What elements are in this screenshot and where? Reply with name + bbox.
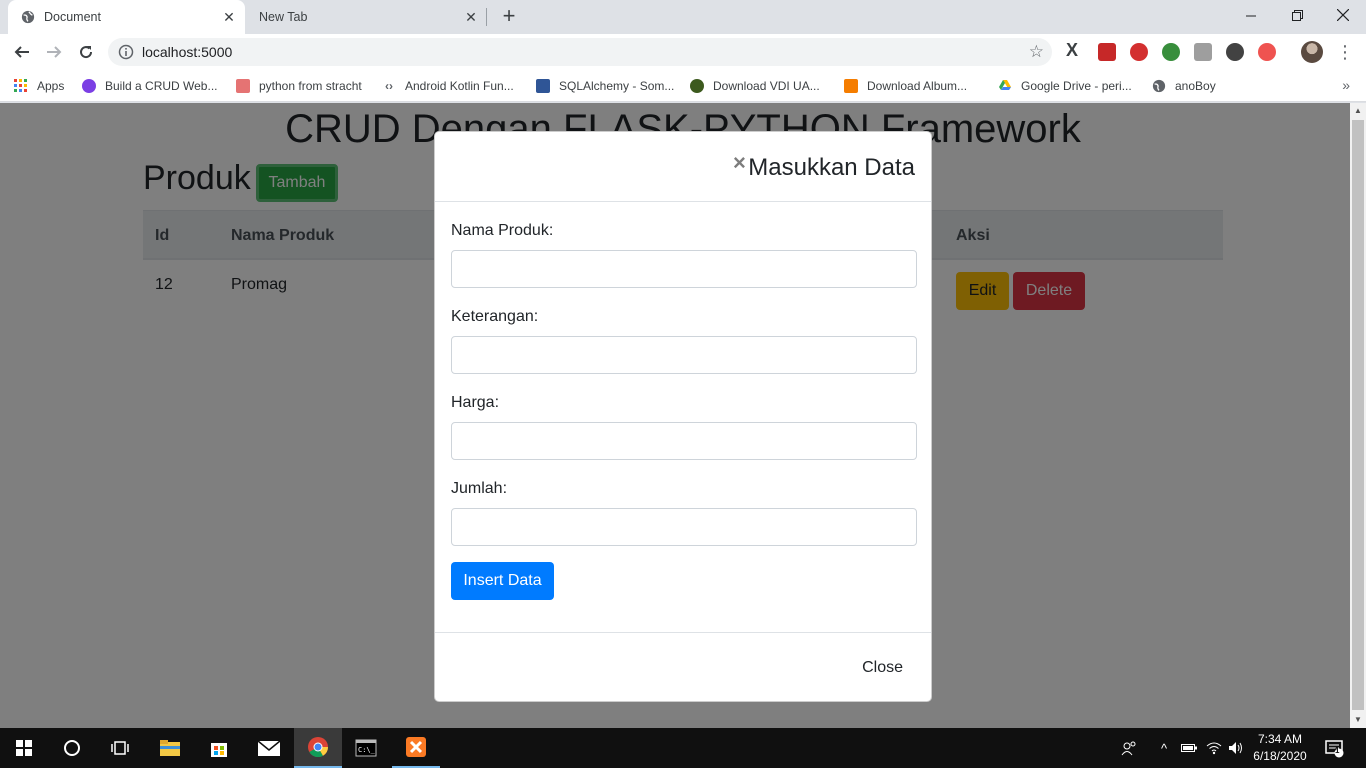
address-bar[interactable]: localhost:5000 ☆ (108, 38, 1052, 66)
restore-icon[interactable] (1274, 0, 1320, 30)
bookmark-item[interactable]: anoBoy (1152, 77, 1216, 95)
bookmark-item[interactable]: Build a CRUD Web... (82, 77, 217, 95)
harga-input[interactable] (451, 422, 917, 460)
bookmark-item[interactable]: ‹› Android Kotlin Fun... (382, 77, 514, 95)
extension-icon[interactable] (1258, 43, 1276, 61)
bookmark-label: Google Drive - peri... (1021, 79, 1132, 93)
jumlah-label: Jumlah: (451, 480, 508, 497)
bookmark-item[interactable]: SQLAlchemy - Som... (536, 77, 674, 95)
svg-text:C:\_: C:\_ (358, 746, 376, 754)
new-tab-plus-icon[interactable]: + (498, 5, 520, 27)
bookmark-label: SQLAlchemy - Som... (559, 79, 675, 93)
reload-icon[interactable] (74, 40, 98, 64)
bookmark-item[interactable]: python from stracht (236, 77, 362, 95)
bookmark-label: Download VDI UA... (713, 79, 820, 93)
people-icon[interactable] (1118, 728, 1140, 768)
modal-title: Masukkan Data (748, 154, 915, 181)
url-text: localhost:5000 (142, 44, 233, 60)
google-drive-icon (998, 79, 1012, 93)
tab-title: New Tab (259, 10, 308, 24)
bookmark-label: anoBoy (1175, 79, 1216, 93)
bookmarks-bar: Apps Build a CRUD Web... python from str… (0, 70, 1366, 102)
tab-strip: Document ✕ New Tab ✕ + (0, 0, 1366, 34)
windows-taskbar: C:\_ ^ 7:34 AM 6/18/2020 1 (0, 728, 1366, 768)
extension-icon[interactable] (1130, 43, 1148, 61)
bookmark-item[interactable]: Download Album... (844, 77, 967, 95)
battery-icon[interactable] (1180, 728, 1198, 768)
globe-icon (20, 9, 36, 25)
store-icon[interactable] (195, 728, 243, 768)
clock-date: 6/18/2020 (1253, 749, 1307, 763)
bookmark-label: Download Album... (867, 79, 968, 93)
keterangan-label: Keterangan: (451, 308, 539, 325)
volume-icon[interactable] (1227, 728, 1245, 768)
harga-label: Harga: (451, 394, 500, 411)
bookmark-apps[interactable]: Apps (14, 77, 64, 95)
bookmark-star-icon[interactable]: ☆ (1029, 42, 1044, 62)
close-icon[interactable]: × (733, 152, 746, 174)
tab-new-tab[interactable]: New Tab ✕ (245, 0, 487, 34)
search-circle-icon[interactable] (48, 728, 96, 768)
code-brackets-icon: ‹› (385, 79, 393, 93)
chrome-menu-icon[interactable]: ⋮ (1336, 40, 1354, 64)
tab-document[interactable]: Document ✕ (8, 0, 245, 34)
file-explorer-icon[interactable] (146, 728, 194, 768)
jumlah-input[interactable] (451, 508, 917, 546)
clock-time: 7:34 AM (1257, 732, 1303, 746)
back-arrow-icon[interactable] (10, 40, 34, 64)
windows-start-icon[interactable] (0, 728, 48, 768)
profile-avatar[interactable] (1301, 41, 1323, 63)
site-favicon-icon (236, 79, 250, 93)
bookmark-item[interactable]: Download VDI UA... (690, 77, 820, 95)
terminal-icon[interactable]: C:\_ (342, 728, 390, 768)
forward-arrow-icon[interactable] (42, 40, 66, 64)
close-window-icon[interactable] (1320, 0, 1366, 30)
notification-center-icon[interactable]: 1 (1322, 728, 1346, 768)
blogger-icon (844, 79, 858, 93)
bookmark-label: python from stracht (259, 79, 362, 93)
bookmarks-overflow-icon[interactable]: » (1342, 77, 1350, 93)
scroll-up-arrow-icon[interactable]: ▲ (1350, 103, 1366, 119)
minimize-icon[interactable] (1228, 0, 1274, 30)
tab-close-icon[interactable]: ✕ (463, 9, 479, 25)
insert-data-modal: × Masukkan Data Nama Produk: Keterangan:… (434, 131, 932, 702)
extension-icon[interactable] (1098, 43, 1116, 61)
extension-icon[interactable] (1162, 43, 1180, 61)
xampp-icon[interactable] (392, 728, 440, 768)
nama-produk-input[interactable] (451, 250, 917, 288)
chrome-taskbar-icon[interactable] (294, 728, 342, 768)
tab-close-icon[interactable]: ✕ (221, 9, 237, 25)
bookmark-item[interactable]: Google Drive - peri... (998, 77, 1132, 95)
chevron-up-icon[interactable]: ^ (1156, 728, 1172, 768)
notification-count: 1 (1335, 746, 1340, 755)
extension-icon[interactable] (1194, 43, 1212, 61)
site-favicon-icon (690, 79, 704, 93)
insert-data-button[interactable]: Insert Data (451, 562, 554, 600)
close-button[interactable]: Close (862, 659, 903, 677)
bookmark-label: Android Kotlin Fun... (405, 79, 514, 93)
site-favicon-icon (536, 79, 550, 93)
bookmark-label: Build a CRUD Web... (105, 79, 218, 93)
mail-icon[interactable] (245, 728, 293, 768)
keterangan-input[interactable] (451, 336, 917, 374)
site-favicon-icon (82, 79, 96, 93)
tab-title: Document (44, 10, 101, 24)
info-icon[interactable] (118, 44, 134, 60)
globe-icon (1152, 79, 1166, 93)
apps-grid-icon (14, 79, 28, 93)
system-clock[interactable]: 7:34 AM 6/18/2020 (1250, 731, 1310, 765)
scroll-thumb[interactable] (1352, 120, 1364, 710)
bookmark-label: Apps (37, 79, 65, 93)
modal-footer: Close (435, 632, 931, 702)
nama-produk-label: Nama Produk: (451, 222, 554, 239)
modal-header: × Masukkan Data (435, 132, 931, 202)
extension-x-icon[interactable]: X (1066, 40, 1084, 60)
extension-icon[interactable] (1226, 43, 1244, 61)
page-scrollbar[interactable]: ▲ ▼ (1350, 103, 1366, 728)
tab-divider (486, 8, 487, 26)
scroll-down-arrow-icon[interactable]: ▼ (1350, 712, 1366, 728)
wifi-icon[interactable] (1205, 728, 1223, 768)
task-view-icon[interactable] (96, 728, 144, 768)
browser-toolbar: localhost:5000 ☆ X ⋮ (0, 34, 1366, 70)
